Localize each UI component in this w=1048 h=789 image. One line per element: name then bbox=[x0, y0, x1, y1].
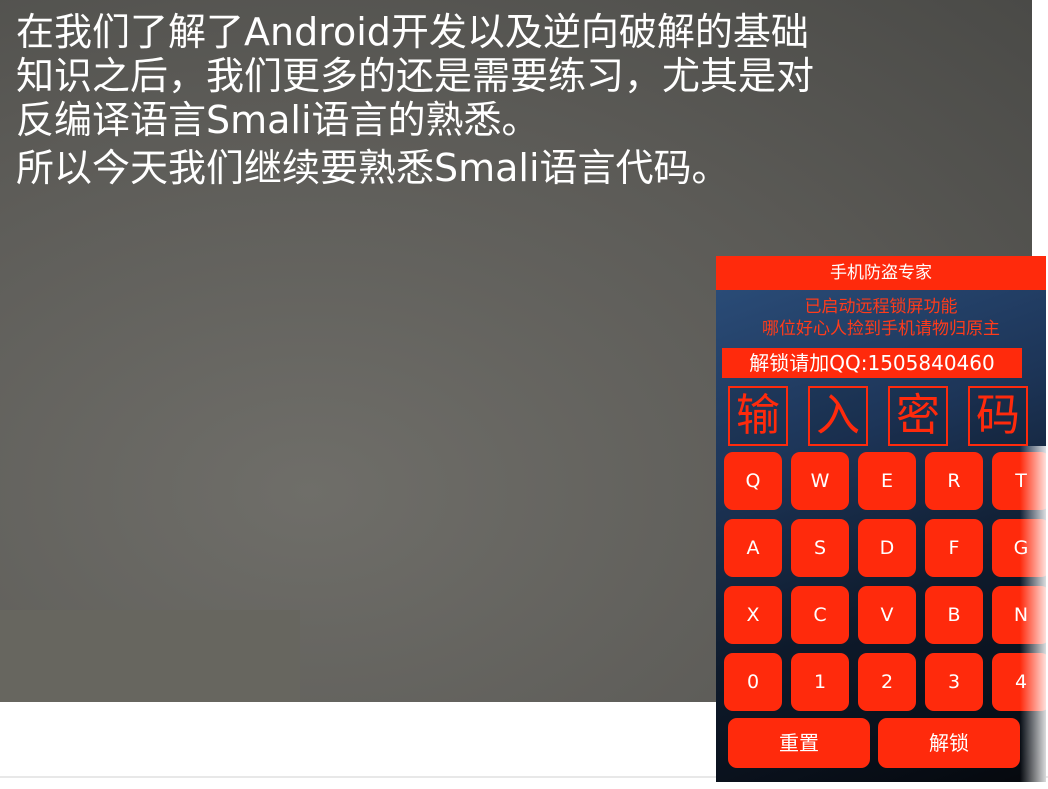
slide-line-3: 反编译语言Smali语言的熟悉。 bbox=[16, 98, 540, 142]
unlock-button[interactable]: 解锁 bbox=[878, 718, 1020, 768]
key-c[interactable]: C bbox=[791, 586, 849, 644]
slide-line-4: 所以今天我们继续要熟悉Smali语言代码。 bbox=[16, 146, 730, 190]
key-3[interactable]: 3 bbox=[925, 653, 983, 711]
key-g[interactable]: G bbox=[992, 519, 1046, 577]
key-w[interactable]: W bbox=[791, 452, 849, 510]
reset-button[interactable]: 重置 bbox=[728, 718, 870, 768]
key-q[interactable]: Q bbox=[724, 452, 782, 510]
key-r[interactable]: R bbox=[925, 452, 983, 510]
password-char-4: 码 bbox=[968, 386, 1028, 446]
key-f[interactable]: F bbox=[925, 519, 983, 577]
password-char-3: 密 bbox=[888, 386, 948, 446]
app-title-bar: 手机防盗专家 bbox=[716, 256, 1046, 290]
slide-line-2: 知识之后，我们更多的还是需要练习，尤其是对 bbox=[16, 54, 815, 98]
key-a[interactable]: A bbox=[724, 519, 782, 577]
phone-lock-screen: 手机防盗专家 已启动远程锁屏功能 哪位好心人捡到手机请物归原主 解锁请加QQ:1… bbox=[716, 256, 1046, 782]
unlock-qq-banner: 解锁请加QQ:1505840460 bbox=[722, 348, 1022, 378]
key-4[interactable]: 4 bbox=[992, 653, 1046, 711]
slide-line-1: 在我们了解了Android开发以及逆向破解的基础 bbox=[16, 10, 809, 54]
warning-line-2: 哪位好心人捡到手机请物归原主 bbox=[762, 319, 1000, 339]
key-s[interactable]: S bbox=[791, 519, 849, 577]
warning-message: 已启动远程锁屏功能 哪位好心人捡到手机请物归原主 bbox=[716, 296, 1046, 340]
key-1[interactable]: 1 bbox=[791, 653, 849, 711]
warning-line-1: 已启动远程锁屏功能 bbox=[804, 297, 958, 317]
slide-text: 在我们了解了Android开发以及逆向破解的基础 知识之后，我们更多的还是需要练… bbox=[16, 10, 1006, 190]
key-x[interactable]: X bbox=[724, 586, 782, 644]
password-char-1: 输 bbox=[728, 386, 788, 446]
key-t[interactable]: T bbox=[992, 452, 1046, 510]
key-2[interactable]: 2 bbox=[858, 653, 916, 711]
password-display[interactable]: 输 入 密 码 bbox=[724, 386, 1040, 446]
key-b[interactable]: B bbox=[925, 586, 983, 644]
slide-lower-strip bbox=[0, 610, 300, 702]
key-d[interactable]: D bbox=[858, 519, 916, 577]
key-0[interactable]: 0 bbox=[724, 653, 782, 711]
key-n[interactable]: N bbox=[992, 586, 1046, 644]
key-e[interactable]: E bbox=[858, 452, 916, 510]
key-v[interactable]: V bbox=[858, 586, 916, 644]
password-char-2: 入 bbox=[808, 386, 868, 446]
keypad: Q W E R T A S D F G X C V B N 0 1 2 3 4 bbox=[722, 452, 1046, 716]
